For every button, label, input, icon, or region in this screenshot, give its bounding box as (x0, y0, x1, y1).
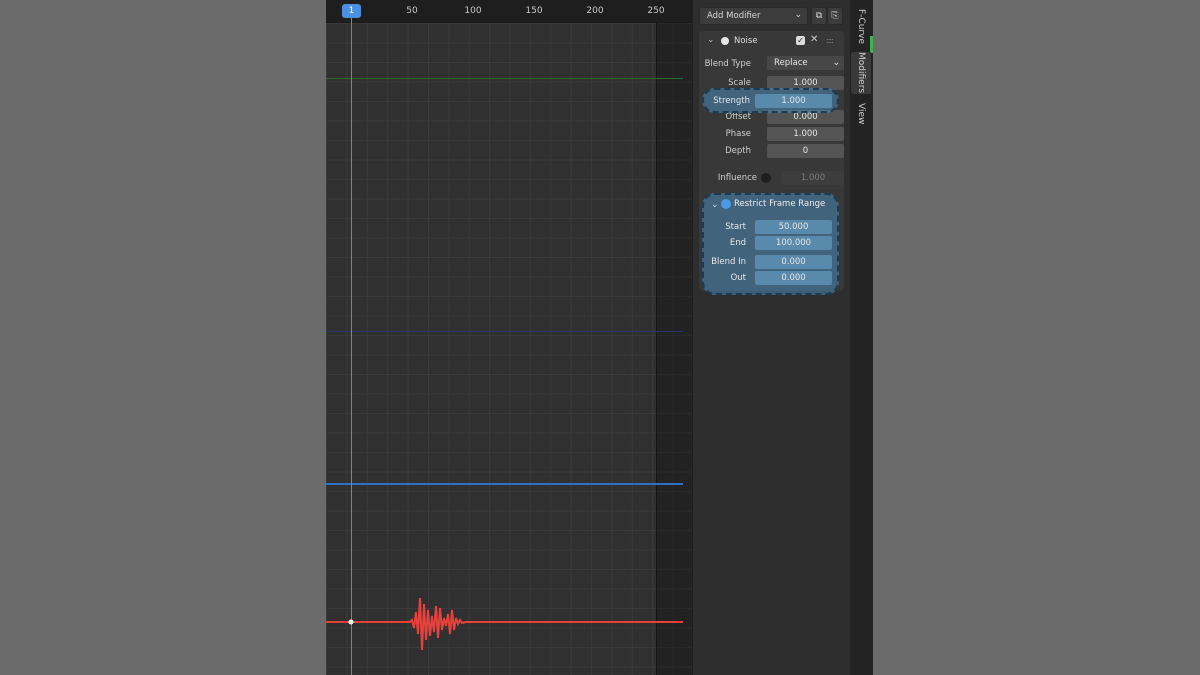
mute-checkbox[interactable]: ✓ (796, 36, 805, 45)
blend-type-select[interactable]: Replace ⌄ (767, 56, 844, 70)
ruler-tick: 250 (647, 6, 665, 16)
blend-out-label: Out (730, 273, 746, 283)
y-channel-curve[interactable] (326, 331, 683, 332)
scale-label: Scale (728, 78, 751, 88)
sidebar-tabs: F-Curve Modifiers View (850, 0, 873, 675)
restrict-frame-range-title[interactable]: Restrict Frame Range (734, 199, 825, 209)
properties-sidebar: Add Modifier ⌄ ⧉ ⎘ ⌄ Noise ✓ ✕ :::: Blen… (692, 0, 851, 675)
end-label: End (729, 238, 746, 248)
phase-label: Phase (725, 129, 751, 139)
graph-editor[interactable]: 1 50 100 150 200 250 (326, 0, 693, 675)
blender-window: 1 50 100 150 200 250 Add Modifier ⌄ ⧉ ⎘ … (326, 0, 873, 675)
keyframe-point[interactable] (348, 619, 354, 625)
paste-icon: ⎘ (831, 11, 839, 21)
strength-row-highlight: Strength 1.000 (702, 88, 839, 113)
blend-type-label: Blend Type (704, 59, 751, 69)
blend-type-value: Replace (774, 58, 808, 68)
copy-icon: ⧉ (815, 11, 823, 21)
close-icon[interactable]: ✕ (810, 34, 818, 45)
blend-in-field[interactable]: 0.000 (755, 255, 832, 269)
playhead[interactable] (351, 18, 352, 675)
restrict-toggle-icon[interactable] (721, 199, 731, 209)
strength-field[interactable]: 1.000 (755, 94, 832, 108)
phase-field[interactable]: 1.000 (767, 127, 844, 141)
depth-field[interactable]: 0 (767, 144, 844, 158)
depth-label: Depth (725, 146, 751, 156)
start-label: Start (725, 222, 746, 232)
ruler-tick: 100 (464, 6, 482, 16)
influence-field[interactable]: 1.000 (782, 171, 844, 185)
ruler-tick: 200 (586, 6, 604, 16)
influence-toggle[interactable] (761, 173, 771, 183)
modifier-name[interactable]: Noise (734, 36, 758, 46)
start-field[interactable]: 50.000 (755, 220, 832, 234)
collapse-chevron-icon[interactable]: ⌄ (707, 35, 715, 45)
add-modifier-label: Add Modifier (707, 11, 761, 21)
active-tab-accent (870, 36, 873, 53)
tab-modifiers[interactable]: Modifiers (851, 52, 871, 94)
graph-grid[interactable] (326, 23, 693, 675)
blend-in-label: Blend In (711, 257, 746, 267)
modifier-header[interactable]: ⌄ Noise ✓ ✕ :::: (699, 31, 844, 51)
modifier-toggle-icon[interactable] (721, 37, 729, 45)
chevron-down-icon: ⌄ (832, 58, 840, 68)
influence-label: Influence (717, 173, 757, 183)
copy-modifiers-button[interactable]: ⧉ (811, 7, 827, 25)
out-of-range-shade (656, 23, 693, 675)
paste-modifiers-button[interactable]: ⎘ (827, 7, 843, 25)
x-channel-curve[interactable] (326, 78, 683, 79)
end-field[interactable]: 100.000 (755, 236, 832, 250)
current-frame-indicator[interactable]: 1 (342, 4, 361, 18)
collapse-chevron-icon[interactable]: ⌄ (711, 200, 719, 210)
ruler-tick: 50 (406, 6, 418, 16)
ruler-tick: 150 (525, 6, 543, 16)
noise-fcurve[interactable] (326, 590, 692, 660)
drag-grip-icon[interactable]: :::: (826, 36, 834, 45)
offset-label: Offset (725, 112, 751, 122)
tab-view[interactable]: View (851, 100, 871, 128)
add-modifier-dropdown[interactable]: Add Modifier ⌄ (699, 7, 808, 25)
restrict-frame-range-section: ⌄ Restrict Frame Range Start 50.000 End … (702, 193, 839, 295)
frame-ruler[interactable]: 1 50 100 150 200 250 (326, 0, 692, 23)
chevron-down-icon: ⌄ (794, 10, 802, 20)
blend-out-field[interactable]: 0.000 (755, 271, 832, 285)
z-channel-curve[interactable] (326, 483, 683, 485)
tab-f-curve[interactable]: F-Curve (851, 6, 871, 46)
strength-label: Strength (713, 96, 750, 106)
